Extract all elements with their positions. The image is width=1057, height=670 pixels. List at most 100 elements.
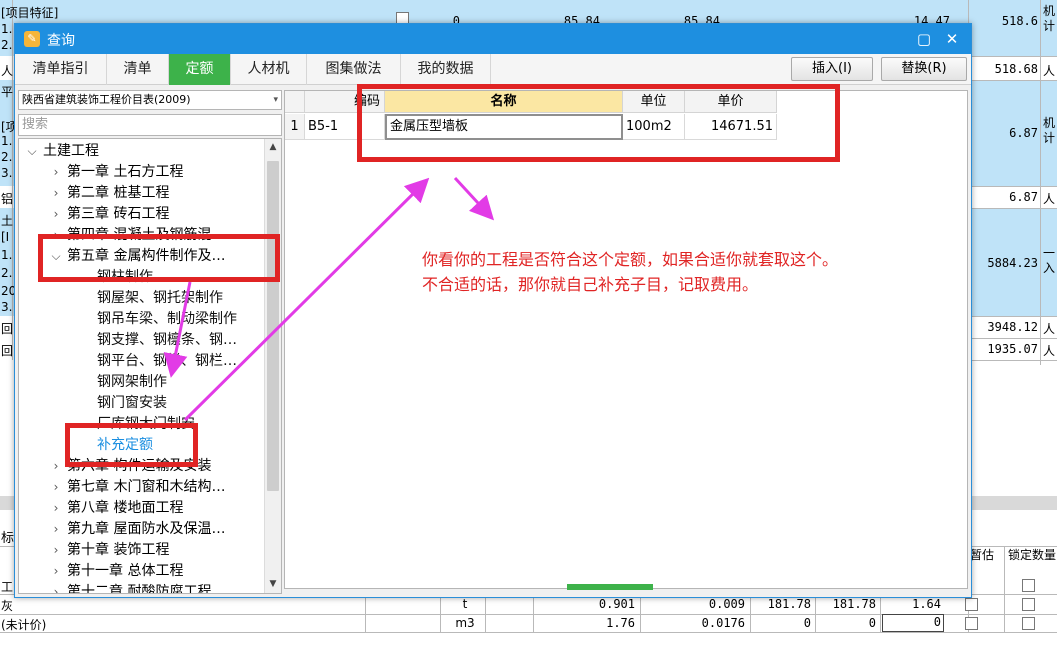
sheet-label: 1. xyxy=(1,22,13,36)
lock-checkbox[interactable] xyxy=(1022,598,1035,611)
tab-labor-material[interactable]: 人材机 xyxy=(231,54,307,85)
provisional-checkbox[interactable] xyxy=(965,598,978,611)
bottom-row-coef: 0.009 xyxy=(708,597,745,611)
bottom-row-label: (未计价) xyxy=(1,618,47,632)
sheet-unit: 人 xyxy=(1043,344,1056,358)
chevron-right-icon[interactable]: › xyxy=(45,477,67,498)
highlight-box-supplementary xyxy=(65,423,198,467)
sheet-amount: 3948.12 xyxy=(987,320,1038,334)
tree-leaf[interactable]: 钢吊车梁、制动梁制作 xyxy=(97,309,237,330)
sheet-unit: 人 xyxy=(1043,322,1056,336)
sheet-unit: 人 xyxy=(1043,64,1056,78)
tab-bar: 清单指引 清单 定额 人材机 图集做法 我的数据 插入(I) 替换(R) xyxy=(15,54,971,85)
chevron-right-icon[interactable]: › xyxy=(45,204,67,225)
provisional-header: 暂估 xyxy=(970,548,995,562)
library-select-value: 陕西省建筑装饰工程价目表(2009) xyxy=(22,93,191,106)
sheet-label: 平 xyxy=(1,85,14,99)
insert-button[interactable]: 插入(I) xyxy=(791,57,873,81)
sheet-label: 回 xyxy=(1,344,14,358)
app-icon: ✎ xyxy=(24,31,40,47)
tree-node-chapter[interactable]: › 第十一章 总体工程 xyxy=(45,561,184,582)
sheet-unit: 机计 xyxy=(1043,116,1056,145)
chevron-right-icon[interactable]: › xyxy=(45,561,67,582)
tree-leaf[interactable]: 钢网架制作 xyxy=(97,372,167,393)
bottom-header-left: 标 xyxy=(1,531,15,546)
lock-qty-header: 锁定数量 xyxy=(1008,548,1056,562)
sheet-amount: 5884.23 xyxy=(987,256,1038,270)
tree-node-civil[interactable]: ⌵ 土建工程 xyxy=(21,141,99,162)
tree-node-chapter[interactable]: › 第三章 砖石工程 xyxy=(45,204,170,225)
close-icon[interactable]: ✕ xyxy=(941,28,963,50)
dialog-titlebar[interactable]: ✎ 查询 ▢ ✕ xyxy=(15,24,971,54)
tree-node-chapter[interactable]: › 第九章 屋面防水及保温… xyxy=(45,519,226,540)
quota-grid: 编码 名称 单位 单价 1 B5-1 金属压型墙板 100m2 14671.51 xyxy=(284,90,968,590)
tab-list-guide[interactable]: 清单指引 xyxy=(15,54,107,85)
provisional-checkbox[interactable] xyxy=(965,617,978,630)
tab-atlas-method[interactable]: 图集做法 xyxy=(307,54,401,85)
tab-list[interactable]: 清单 xyxy=(107,54,169,85)
grid-corner xyxy=(285,91,305,113)
maximize-icon[interactable]: ▢ xyxy=(913,28,935,50)
tree-leaf[interactable]: 钢支撑、钢檩条、钢… xyxy=(97,330,237,351)
bottom-row-label: 灰 xyxy=(1,599,14,613)
replace-button[interactable]: 替换(R) xyxy=(881,57,967,81)
annotation-note-line-2: 不合适的话，那你就自己补充子目，记取费用。 xyxy=(422,275,759,294)
chevron-right-icon[interactable]: › xyxy=(45,498,67,519)
tree-node-chapter[interactable]: › 第七章 木门窗和木结构… xyxy=(45,477,226,498)
chevron-right-icon[interactable]: › xyxy=(45,540,67,561)
bottom-row-price: 181.78 xyxy=(832,597,876,611)
scroll-down-icon[interactable]: ▼ xyxy=(265,576,281,593)
sheet-label: 2. xyxy=(1,150,13,164)
tree-node-chapter[interactable]: › 第十章 装饰工程 xyxy=(45,540,170,561)
splitter-handle[interactable] xyxy=(567,584,653,590)
sheet-amount: 518.68 xyxy=(994,62,1038,76)
tree-leaf[interactable]: 钢门窗安装 xyxy=(97,393,167,414)
chevron-down-icon[interactable]: ⌵ xyxy=(21,141,43,162)
dropdown-arrow-icon: ▾ xyxy=(273,95,278,105)
sheet-label: 2. xyxy=(1,38,13,52)
bottom-row-price: 0 xyxy=(868,616,876,630)
sheet-label: 1. xyxy=(1,248,13,262)
grid-row-index: 1 xyxy=(285,114,305,140)
tree-node-chapter[interactable]: › 第十二章 耐酸防腐工程 xyxy=(45,582,212,593)
scrollbar-thumb[interactable] xyxy=(267,161,279,491)
scroll-up-icon[interactable]: ▲ xyxy=(265,139,281,156)
chevron-right-icon[interactable]: › xyxy=(45,162,67,183)
dialog-title: 查询 xyxy=(47,33,75,49)
bottom-row-unit: m3 xyxy=(455,616,475,630)
chevron-right-icon[interactable]: › xyxy=(45,582,67,593)
highlight-box-chapter-5 xyxy=(38,234,280,282)
quota-tree: ⌵ 土建工程 › 第一章 土石方工程 › 第二章 桩基工程 › 第三章 砖石工程 › 第四… xyxy=(18,138,282,594)
sheet-label: 铝 xyxy=(1,192,14,206)
lock-checkbox[interactable] xyxy=(1022,579,1035,592)
annotation-note-line-1: 你看你的工程是否符合这个定额，如果合适你就套取这个。 xyxy=(422,250,839,269)
sheet-amount: 6.87 xyxy=(1009,190,1038,204)
sheet-amount: 518.6 xyxy=(1001,14,1038,28)
tree-leaf[interactable]: 钢平台、钢梯、钢栏… xyxy=(97,351,237,372)
tree-node-chapter[interactable]: › 第八章 楼地面工程 xyxy=(45,498,184,519)
tree-node-chapter[interactable]: › 第一章 土石方工程 xyxy=(45,162,184,183)
sheet-label: 3. xyxy=(1,300,13,314)
lock-checkbox[interactable] xyxy=(1022,617,1035,630)
highlight-box-result-row xyxy=(357,84,840,162)
tree-scrollbar[interactable]: ▲ ▼ xyxy=(264,139,281,593)
tree-leaf[interactable]: 钢屋架、钢托架制作 xyxy=(97,288,223,309)
tab-quota[interactable]: 定额 xyxy=(169,54,231,85)
sheet-unit: 人 xyxy=(1043,192,1056,206)
sheet-label: 1. xyxy=(1,134,13,148)
chevron-right-icon[interactable]: › xyxy=(45,183,67,204)
search-input[interactable]: 搜索 xyxy=(18,114,282,136)
bottom-row-amount-input[interactable]: 0 xyxy=(882,614,944,632)
bottom-row-unit: t xyxy=(462,597,468,611)
bottom-row-amount: 1.64 xyxy=(912,597,941,611)
sheet-label: [I xyxy=(1,230,10,244)
tree-node-chapter[interactable]: › 第二章 桩基工程 xyxy=(45,183,170,204)
tab-my-data[interactable]: 我的数据 xyxy=(401,54,491,85)
chevron-right-icon[interactable]: › xyxy=(45,519,67,540)
bottom-row-qty: 1.76 xyxy=(606,616,635,630)
bottom-row-price: 0 xyxy=(803,616,811,630)
chevron-right-icon[interactable]: › xyxy=(45,456,67,477)
sheet-label: 回 xyxy=(1,322,14,336)
sheet-unit: 一入 xyxy=(1043,246,1056,275)
library-select[interactable]: 陕西省建筑装饰工程价目表(2009) ▾ xyxy=(18,90,282,110)
